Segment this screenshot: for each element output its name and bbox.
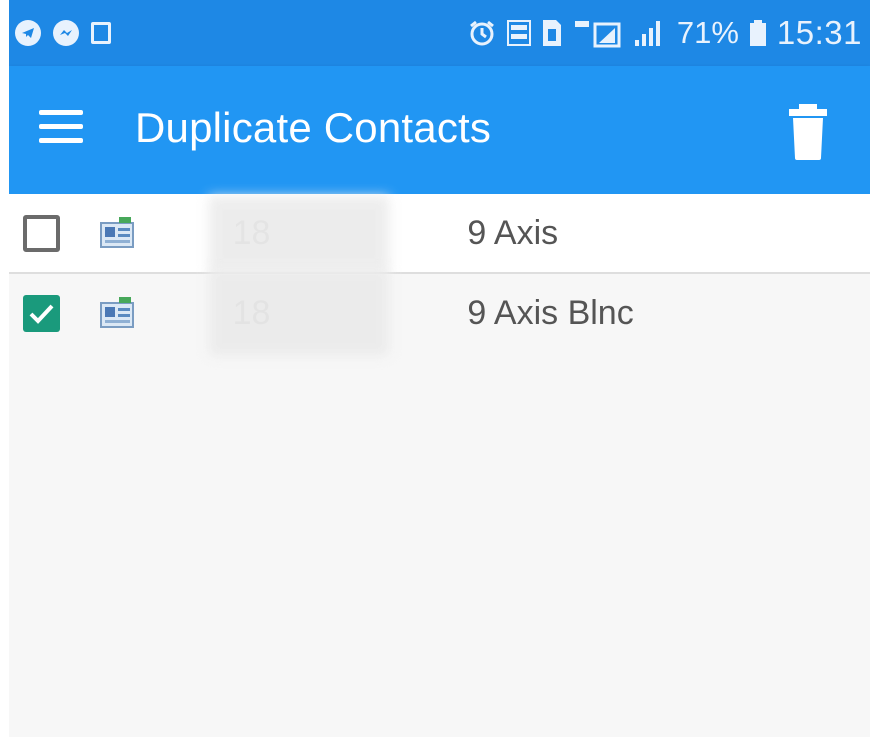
image-icon [91, 22, 111, 44]
status-bar: 71% 15:31 [9, 0, 870, 66]
contact-checkbox-checked[interactable] [23, 294, 60, 332]
status-right-icons: 71% 15:31 [467, 14, 870, 52]
contact-card-icon [99, 217, 137, 249]
volte-icon [506, 18, 531, 48]
status-left-icons [9, 20, 111, 46]
trash-icon[interactable] [783, 102, 833, 162]
sim-icon [541, 18, 563, 48]
page-title: Duplicate Contacts [135, 104, 492, 151]
contact-label: 9 Axis [467, 213, 559, 252]
battery-icon [749, 18, 767, 48]
clock: 15:31 [776, 14, 862, 51]
telegram-icon [15, 20, 41, 46]
messenger-icon [53, 20, 79, 46]
phone-screen: 71% 15:31 Duplicate Contacts 9 Axis 9 Ax… [9, 0, 870, 737]
signal-icon [633, 18, 667, 48]
contact-list: 189 Axis 189 Axis Blnc [9, 194, 870, 356]
battery-percent: 71% [676, 15, 739, 50]
lte-icon [573, 18, 623, 48]
redacted-number [209, 268, 389, 356]
hamburger-menu-icon[interactable] [39, 110, 83, 150]
contact-card-icon [99, 297, 137, 329]
contact-label: 9 Axis Blnc [467, 293, 634, 332]
contact-checkbox-unchecked[interactable] [23, 214, 60, 252]
list-item[interactable]: 189 Axis Blnc [9, 268, 870, 356]
alarm-icon [467, 18, 497, 48]
